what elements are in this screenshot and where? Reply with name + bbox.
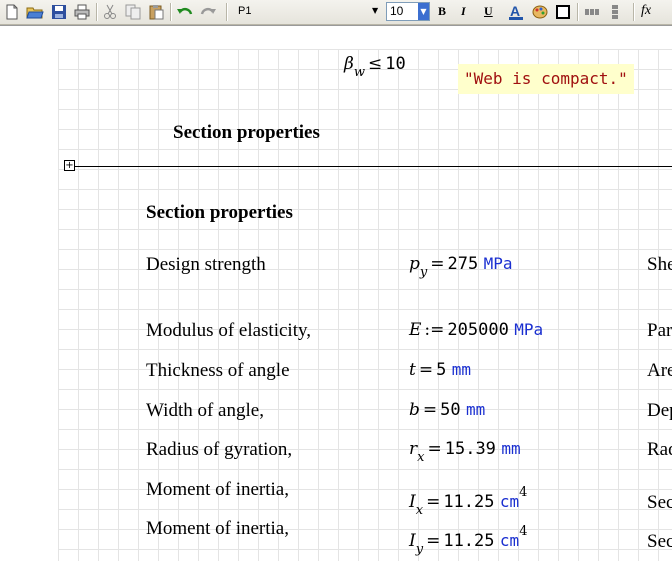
undo-icon[interactable] bbox=[176, 3, 194, 21]
right-column-label: Are bbox=[647, 360, 672, 381]
row-label-modulus: Modulus of elasticity, bbox=[146, 320, 311, 341]
thickness-expression[interactable]: t = 5 mm bbox=[409, 360, 471, 380]
right-column-label: Dep bbox=[647, 400, 672, 421]
underline-button[interactable]: U bbox=[484, 4, 493, 19]
toolbar: P1 ▼ 10 ▼ B I U A fx bbox=[0, 0, 672, 25]
row-label-radius: Radius of gyration, bbox=[146, 439, 293, 460]
highlight-color-icon[interactable] bbox=[531, 3, 549, 21]
save-icon[interactable] bbox=[50, 3, 68, 21]
right-column-label: Par bbox=[647, 320, 672, 341]
right-column-label: Sec bbox=[647, 531, 672, 552]
row-label-moment-y: Moment of inertia, bbox=[146, 518, 289, 539]
right-column-label: Sec bbox=[647, 492, 672, 513]
redo-icon[interactable] bbox=[199, 3, 217, 21]
moment-y-expression[interactable]: Iy = 11.25 cm4 bbox=[409, 524, 527, 557]
region-heading: Section properties bbox=[173, 122, 320, 143]
worksheet[interactable]: βw ≤10 "Web is compact." Section properti… bbox=[0, 25, 672, 561]
italic-button[interactable]: I bbox=[461, 4, 466, 19]
chevron-down-icon[interactable]: ▼ bbox=[372, 6, 378, 15]
toolbar-separator bbox=[170, 3, 172, 21]
design-strength-expression[interactable]: py = 275 MPa bbox=[409, 254, 513, 280]
row-label-thickness: Thickness of angle bbox=[146, 360, 290, 381]
open-folder-icon[interactable] bbox=[26, 3, 44, 21]
font-size-select[interactable]: 10 ▼ bbox=[386, 2, 430, 21]
right-column-label: Rad bbox=[647, 439, 672, 460]
svg-text:A: A bbox=[510, 3, 520, 19]
align-horizontal-icon[interactable] bbox=[583, 3, 601, 21]
cut-icon[interactable] bbox=[101, 3, 119, 21]
section-heading: Section properties bbox=[146, 202, 293, 223]
copy-icon[interactable] bbox=[124, 3, 142, 21]
insert-function-button[interactable]: fx bbox=[641, 3, 651, 19]
border-icon[interactable] bbox=[554, 3, 572, 21]
compact-result-string[interactable]: "Web is compact." bbox=[458, 64, 634, 94]
moment-x-expression[interactable]: Ix = 11.25 cm4 bbox=[409, 485, 527, 518]
row-label-design-strength: Design strength bbox=[146, 254, 266, 275]
bold-button[interactable]: B bbox=[438, 4, 446, 19]
new-document-icon[interactable] bbox=[3, 3, 21, 21]
beta-w-expression[interactable]: βw ≤10 bbox=[344, 54, 406, 80]
expand-region-icon[interactable]: + bbox=[64, 160, 75, 171]
font-color-icon[interactable]: A bbox=[507, 3, 525, 21]
paste-icon[interactable] bbox=[147, 3, 165, 21]
toolbar-separator bbox=[633, 3, 635, 21]
print-icon[interactable] bbox=[73, 3, 91, 21]
collapsible-region-line bbox=[64, 166, 672, 167]
font-size-value: 10 bbox=[390, 4, 404, 18]
width-expression[interactable]: b = 50 mm bbox=[409, 400, 485, 420]
align-vertical-icon[interactable] bbox=[606, 3, 624, 21]
chevron-down-icon[interactable]: ▼ bbox=[418, 3, 429, 20]
toolbar-separator bbox=[96, 3, 98, 21]
radius-expression[interactable]: rx = 15.39 mm bbox=[409, 439, 521, 465]
style-select[interactable]: P1 bbox=[235, 2, 383, 21]
right-column-label: She bbox=[647, 254, 672, 275]
toolbar-separator bbox=[226, 3, 228, 21]
row-label-moment-x: Moment of inertia, bbox=[146, 479, 289, 500]
toolbar-separator bbox=[577, 3, 579, 21]
row-label-width: Width of angle, bbox=[146, 400, 264, 421]
modulus-expression[interactable]: E:= 205000 MPa bbox=[409, 320, 543, 340]
